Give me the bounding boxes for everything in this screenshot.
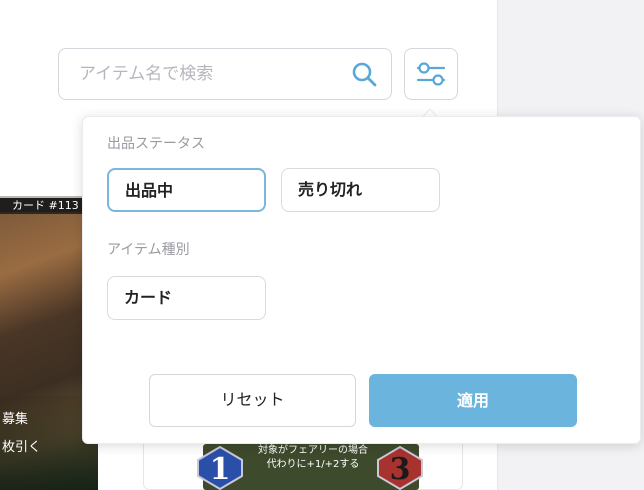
type-chip-card[interactable]: カード: [107, 276, 266, 320]
search-box: [58, 48, 392, 100]
card-rules-line: 代わりに+1/+2する: [266, 459, 360, 470]
card-rules-line: 対象がフェアリーの場合: [258, 445, 368, 456]
type-section-label: アイテム種別: [107, 242, 190, 258]
card-text-line: 募集: [2, 412, 29, 427]
card-text-line: 枚引く: [2, 440, 42, 455]
stat-gem-icon: 3: [376, 445, 424, 490]
status-chip-soldout[interactable]: 売り切れ: [281, 168, 440, 212]
apply-button[interactable]: 適用: [369, 374, 577, 427]
filter-popover: 出品ステータス 出品中 売り切れ アイテム種別 カード リセット 適用: [82, 116, 641, 444]
cost-gem-icon: 1: [196, 445, 244, 490]
reset-button[interactable]: リセット: [149, 374, 356, 427]
search-icon[interactable]: [351, 61, 377, 87]
cost-number: 1: [209, 452, 231, 487]
status-chip-listed[interactable]: 出品中: [107, 168, 266, 212]
status-section-label: 出品ステータス: [107, 136, 205, 152]
search-input[interactable]: [79, 49, 339, 98]
filter-button[interactable]: [404, 48, 458, 100]
sliders-icon: [416, 62, 446, 86]
stat-number: 3: [389, 452, 411, 487]
